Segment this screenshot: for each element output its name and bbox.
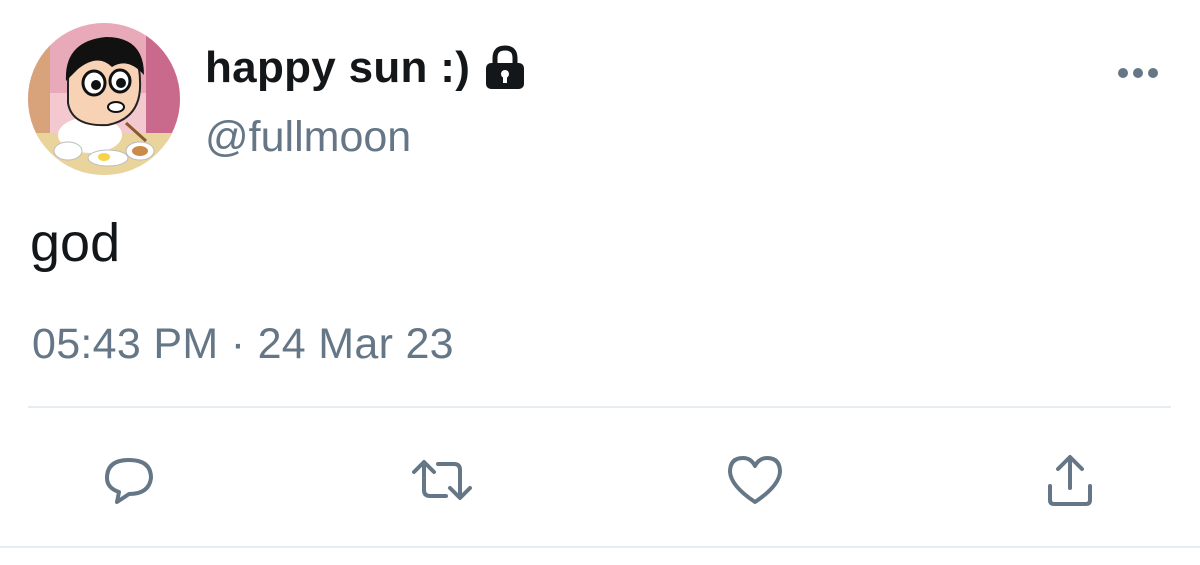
heart-icon (728, 456, 782, 504)
display-name[interactable]: happy sun :) (205, 43, 470, 93)
share-icon (1048, 455, 1092, 506)
share-button[interactable] (1038, 448, 1102, 512)
lock-icon (484, 45, 526, 91)
name-row: happy sun :) (205, 38, 526, 98)
action-bar (0, 440, 1200, 520)
more-icon[interactable] (1115, 60, 1161, 86)
tweet-text: god (30, 213, 121, 273)
tweet-card: happy sun :) @fullmoon god 05:43 PM · 24… (0, 0, 1200, 565)
bottom-divider (0, 546, 1200, 548)
retweet-button[interactable] (410, 448, 474, 512)
retweet-icon (412, 460, 472, 500)
user-handle[interactable]: @fullmoon (205, 113, 411, 162)
reply-icon (105, 458, 153, 504)
like-button[interactable] (723, 448, 787, 512)
avatar-image (28, 23, 180, 175)
tweet-timestamp[interactable]: 05:43 PM · 24 Mar 23 (32, 320, 454, 369)
avatar[interactable] (28, 23, 180, 175)
reply-button[interactable] (97, 448, 161, 512)
divider (28, 406, 1171, 408)
